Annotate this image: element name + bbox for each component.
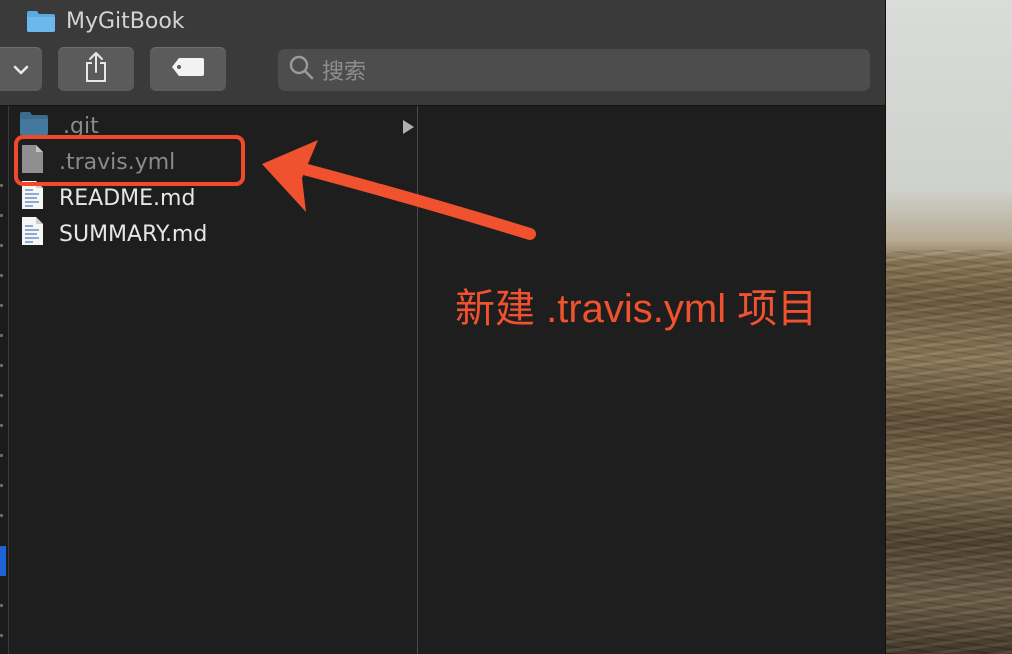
annotation-label: 新建 .travis.yml 项目 bbox=[455, 287, 818, 331]
